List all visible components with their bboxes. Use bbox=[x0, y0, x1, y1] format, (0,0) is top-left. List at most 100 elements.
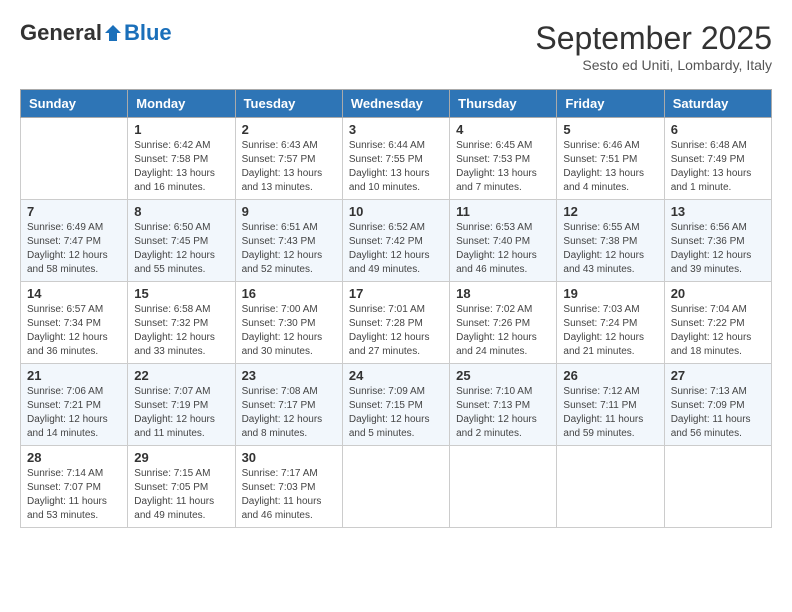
day-info: Sunrise: 6:58 AMSunset: 7:32 PMDaylight:… bbox=[134, 303, 228, 359]
weekday-header-sunday: Sunday bbox=[21, 90, 128, 118]
empty-cell bbox=[21, 118, 128, 200]
day-info: Sunrise: 6:46 AMSunset: 7:51 PMDaylight:… bbox=[563, 139, 657, 195]
calendar-week-3: 14 Sunrise: 6:57 AMSunset: 7:34 PMDayligh… bbox=[21, 282, 772, 364]
day-number: 4 bbox=[456, 122, 550, 137]
calendar-day-18: 18Sunrise: 7:02 AMSunset: 7:26 PMDayligh… bbox=[450, 282, 557, 364]
calendar-day-1: 1 Sunrise: 6:42 AMSunset: 7:58 PMDaylight… bbox=[128, 118, 235, 200]
logo-general: General bbox=[20, 20, 102, 46]
day-number: 27 bbox=[671, 368, 765, 383]
calendar-day-17: 17 Sunrise: 7:01 AMSunset: 7:28 PMDayligh… bbox=[342, 282, 449, 364]
day-number: 6 bbox=[671, 122, 765, 137]
empty-cell bbox=[664, 446, 771, 528]
calendar-day-16: 16 Sunrise: 7:00 AMSunset: 7:30 PMDayligh… bbox=[235, 282, 342, 364]
calendar-day-30: 30Sunrise: 7:17 AMSunset: 7:03 PMDayligh… bbox=[235, 446, 342, 528]
calendar-day-19: 19 Sunrise: 7:03 AMSunset: 7:24 PMDayligh… bbox=[557, 282, 664, 364]
day-info: Sunrise: 7:07 AMSunset: 7:19 PMDaylight:… bbox=[134, 385, 228, 441]
calendar-day-2: 2Sunrise: 6:43 AMSunset: 7:57 PMDaylight… bbox=[235, 118, 342, 200]
calendar-day-8: 8 Sunrise: 6:50 AMSunset: 7:45 PMDaylight… bbox=[128, 200, 235, 282]
weekday-header-monday: Monday bbox=[128, 90, 235, 118]
logo-icon bbox=[103, 23, 123, 43]
calendar-day-24: 24Sunrise: 7:09 AMSunset: 7:15 PMDayligh… bbox=[342, 364, 449, 446]
title-block: September 2025 Sesto ed Uniti, Lombardy,… bbox=[535, 20, 772, 73]
page-header: General Blue September 2025 Sesto ed Uni… bbox=[20, 20, 772, 73]
month-title: September 2025 bbox=[535, 20, 772, 57]
day-info: Sunrise: 6:51 AMSunset: 7:43 PMDaylight:… bbox=[242, 221, 336, 277]
day-number: 22 bbox=[134, 368, 228, 383]
day-info: Sunrise: 7:15 AMSunset: 7:05 PMDaylight:… bbox=[134, 467, 228, 523]
day-info: Sunrise: 6:50 AMSunset: 7:45 PMDaylight:… bbox=[134, 221, 228, 277]
day-info: Sunrise: 6:49 AMSunset: 7:47 PMDaylight:… bbox=[27, 221, 121, 277]
calendar-week-5: 28 Sunrise: 7:14 AMSunset: 7:07 PMDayligh… bbox=[21, 446, 772, 528]
day-info: Sunrise: 6:55 AMSunset: 7:38 PMDaylight:… bbox=[563, 221, 657, 277]
calendar-day-5: 5Sunrise: 6:46 AMSunset: 7:51 PMDaylight… bbox=[557, 118, 664, 200]
calendar-header: SundayMondayTuesdayWednesdayThursdayFrid… bbox=[21, 90, 772, 118]
calendar-table: SundayMondayTuesdayWednesdayThursdayFrid… bbox=[20, 89, 772, 528]
day-info: Sunrise: 7:10 AMSunset: 7:13 PMDaylight:… bbox=[456, 385, 550, 441]
day-number: 14 bbox=[27, 286, 121, 301]
day-info: Sunrise: 7:01 AMSunset: 7:28 PMDaylight:… bbox=[349, 303, 443, 359]
day-info: Sunrise: 6:44 AMSunset: 7:55 PMDaylight:… bbox=[349, 139, 443, 195]
weekday-header-tuesday: Tuesday bbox=[235, 90, 342, 118]
calendar-day-21: 21Sunrise: 7:06 AMSunset: 7:21 PMDayligh… bbox=[21, 364, 128, 446]
empty-cell bbox=[342, 446, 449, 528]
calendar-day-22: 22 Sunrise: 7:07 AMSunset: 7:19 PMDayligh… bbox=[128, 364, 235, 446]
day-number: 3 bbox=[349, 122, 443, 137]
calendar-day-13: 13 Sunrise: 6:56 AMSunset: 7:36 PMDayligh… bbox=[664, 200, 771, 282]
day-info: Sunrise: 7:08 AMSunset: 7:17 PMDaylight:… bbox=[242, 385, 336, 441]
day-info: Sunrise: 6:42 AMSunset: 7:58 PMDaylight:… bbox=[134, 139, 228, 195]
day-number: 28 bbox=[27, 450, 121, 465]
day-number: 9 bbox=[242, 204, 336, 219]
day-info: Sunrise: 7:14 AMSunset: 7:07 PMDaylight:… bbox=[27, 467, 121, 523]
day-number: 16 bbox=[242, 286, 336, 301]
weekday-header-thursday: Thursday bbox=[450, 90, 557, 118]
day-number: 1 bbox=[134, 122, 228, 137]
logo-blue: Blue bbox=[124, 20, 172, 46]
day-number: 21 bbox=[27, 368, 121, 383]
calendar-day-28: 28 Sunrise: 7:14 AMSunset: 7:07 PMDayligh… bbox=[21, 446, 128, 528]
calendar-day-23: 23Sunrise: 7:08 AMSunset: 7:17 PMDayligh… bbox=[235, 364, 342, 446]
weekday-header-wednesday: Wednesday bbox=[342, 90, 449, 118]
day-number: 17 bbox=[349, 286, 443, 301]
day-info: Sunrise: 7:12 AMSunset: 7:11 PMDaylight:… bbox=[563, 385, 657, 441]
calendar-day-29: 29 Sunrise: 7:15 AMSunset: 7:05 PMDayligh… bbox=[128, 446, 235, 528]
day-number: 18 bbox=[456, 286, 550, 301]
day-info: Sunrise: 7:03 AMSunset: 7:24 PMDaylight:… bbox=[563, 303, 657, 359]
calendar-day-26: 26 Sunrise: 7:12 AMSunset: 7:11 PMDayligh… bbox=[557, 364, 664, 446]
day-number: 11 bbox=[456, 204, 550, 219]
day-info: Sunrise: 7:00 AMSunset: 7:30 PMDaylight:… bbox=[242, 303, 336, 359]
calendar-day-15: 15 Sunrise: 6:58 AMSunset: 7:32 PMDayligh… bbox=[128, 282, 235, 364]
calendar-day-27: 27 Sunrise: 7:13 AMSunset: 7:09 PMDayligh… bbox=[664, 364, 771, 446]
day-number: 13 bbox=[671, 204, 765, 219]
day-number: 2 bbox=[242, 122, 336, 137]
day-number: 15 bbox=[134, 286, 228, 301]
empty-cell bbox=[557, 446, 664, 528]
calendar-day-9: 9 Sunrise: 6:51 AMSunset: 7:43 PMDaylight… bbox=[235, 200, 342, 282]
day-info: Sunrise: 6:48 AMSunset: 7:49 PMDaylight:… bbox=[671, 139, 765, 195]
day-info: Sunrise: 7:13 AMSunset: 7:09 PMDaylight:… bbox=[671, 385, 765, 441]
day-info: Sunrise: 6:52 AMSunset: 7:42 PMDaylight:… bbox=[349, 221, 443, 277]
calendar-day-3: 3 Sunrise: 6:44 AMSunset: 7:55 PMDaylight… bbox=[342, 118, 449, 200]
logo: General Blue bbox=[20, 20, 172, 46]
calendar-body: 1 Sunrise: 6:42 AMSunset: 7:58 PMDaylight… bbox=[21, 118, 772, 528]
calendar-day-4: 4 Sunrise: 6:45 AMSunset: 7:53 PMDaylight… bbox=[450, 118, 557, 200]
calendar-day-20: 20Sunrise: 7:04 AMSunset: 7:22 PMDayligh… bbox=[664, 282, 771, 364]
day-info: Sunrise: 6:56 AMSunset: 7:36 PMDaylight:… bbox=[671, 221, 765, 277]
calendar-day-14: 14 Sunrise: 6:57 AMSunset: 7:34 PMDayligh… bbox=[21, 282, 128, 364]
day-info: Sunrise: 7:04 AMSunset: 7:22 PMDaylight:… bbox=[671, 303, 765, 359]
day-number: 30 bbox=[242, 450, 336, 465]
day-number: 29 bbox=[134, 450, 228, 465]
calendar-day-25: 25 Sunrise: 7:10 AMSunset: 7:13 PMDayligh… bbox=[450, 364, 557, 446]
day-number: 7 bbox=[27, 204, 121, 219]
day-info: Sunrise: 6:45 AMSunset: 7:53 PMDaylight:… bbox=[456, 139, 550, 195]
day-number: 8 bbox=[134, 204, 228, 219]
day-number: 19 bbox=[563, 286, 657, 301]
day-number: 25 bbox=[456, 368, 550, 383]
weekday-header-saturday: Saturday bbox=[664, 90, 771, 118]
calendar-day-10: 10Sunrise: 6:52 AMSunset: 7:42 PMDayligh… bbox=[342, 200, 449, 282]
day-number: 24 bbox=[349, 368, 443, 383]
weekday-header-friday: Friday bbox=[557, 90, 664, 118]
day-info: Sunrise: 6:57 AMSunset: 7:34 PMDaylight:… bbox=[27, 303, 121, 359]
day-number: 26 bbox=[563, 368, 657, 383]
day-number: 12 bbox=[563, 204, 657, 219]
weekday-header-row: SundayMondayTuesdayWednesdayThursdayFrid… bbox=[21, 90, 772, 118]
